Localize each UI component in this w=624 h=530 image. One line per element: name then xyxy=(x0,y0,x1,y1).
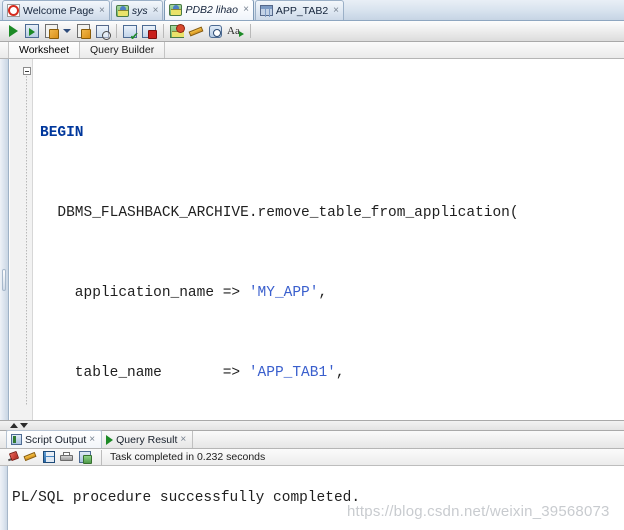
tab-label: Worksheet xyxy=(19,44,69,56)
code-line: application_name => 'MY_APP', xyxy=(34,283,624,303)
tab-app-tab2[interactable]: APP_TAB2 × xyxy=(254,0,345,20)
editor-gutter[interactable] xyxy=(10,59,33,420)
explain-plan-icon xyxy=(44,24,59,39)
save-output-button[interactable] xyxy=(41,450,56,465)
tab-label: Script Output xyxy=(25,433,87,446)
save-icon xyxy=(42,451,55,463)
pin-icon xyxy=(7,451,19,463)
autotrace-icon xyxy=(76,24,91,39)
collapse-up-icon[interactable] xyxy=(10,423,18,428)
format-button[interactable] xyxy=(225,22,245,40)
sql-history-icon xyxy=(95,24,111,40)
output-panel: Script Output × Query Result × Task comp… xyxy=(0,430,624,530)
autotrace-button[interactable] xyxy=(74,22,92,40)
run-script-icon xyxy=(25,24,39,38)
script-output-text: PL/SQL procedure successfully completed. xyxy=(12,490,361,506)
close-icon[interactable]: × xyxy=(180,434,186,445)
sql-history-button[interactable] xyxy=(93,22,111,40)
expand-down-icon[interactable] xyxy=(20,423,28,428)
close-icon[interactable]: × xyxy=(153,5,159,16)
editor-area: BEGIN DBMS_FLASHBACK_ARCHIVE.remove_tabl… xyxy=(0,59,624,420)
eraser-icon xyxy=(24,451,37,463)
code-line: DBMS_FLASHBACK_ARCHIVE.remove_table_from… xyxy=(34,203,624,223)
code-line: BEGIN xyxy=(34,123,624,143)
tab-label: Query Builder xyxy=(90,44,155,56)
aa-format-icon xyxy=(227,25,244,38)
tab-query-builder[interactable]: Query Builder xyxy=(80,42,166,58)
left-panel-splitter[interactable] xyxy=(0,59,9,420)
tab-query-result[interactable]: Query Result × xyxy=(102,431,194,448)
tab-worksheet[interactable]: Worksheet xyxy=(8,42,80,58)
code-token: DBMS_FLASHBACK_ARCHIVE.remove_table_from… xyxy=(40,205,519,221)
code-token-string: 'MY_APP' xyxy=(248,285,319,301)
output-left-splitter[interactable] xyxy=(0,466,8,530)
eraser-icon xyxy=(189,25,204,38)
output-tab-bar: Script Output × Query Result × xyxy=(0,430,624,449)
editor-tab-strip: Welcome Page × sys × PDB2 lihao × APP_TA… xyxy=(0,0,624,21)
output-status-text: Task completed in 0.232 seconds xyxy=(101,449,265,465)
worksheet-subtab-bar: Worksheet Query Builder xyxy=(0,42,624,59)
query-history-button[interactable] xyxy=(206,22,224,40)
output-body[interactable]: PL/SQL procedure successfully completed. xyxy=(0,466,624,530)
script-output-icon xyxy=(11,434,22,445)
code-token: , xyxy=(335,365,345,381)
db-connection-icon xyxy=(169,4,183,16)
close-icon[interactable]: × xyxy=(333,5,339,16)
clear-output-button[interactable] xyxy=(23,450,38,465)
pin-output-button[interactable] xyxy=(5,450,20,465)
code-token-string: 'APP_TAB1' xyxy=(248,365,336,381)
code-fold-line xyxy=(26,76,27,406)
sql-developer-window: Welcome Page × sys × PDB2 lihao × APP_TA… xyxy=(0,0,624,530)
tab-label: APP_TAB2 xyxy=(275,4,329,17)
toolbar-separator xyxy=(250,24,251,38)
code-token: table_name => xyxy=(40,365,249,381)
collapse-block-icon[interactable] xyxy=(23,67,31,75)
clock-icon xyxy=(208,24,222,38)
tab-label: PDB2 lihao xyxy=(185,4,238,16)
unshared-sql-worksheet-icon xyxy=(170,23,185,38)
code-token: BEGIN xyxy=(40,125,84,141)
code-token: application_name => xyxy=(40,285,249,301)
table-icon xyxy=(259,5,273,17)
print-output-button[interactable] xyxy=(59,450,74,465)
rollback-button[interactable] xyxy=(140,22,158,40)
tab-label: Query Result xyxy=(116,433,178,446)
commit-icon xyxy=(123,24,139,42)
tab-pdb2-lihao[interactable]: PDB2 lihao × xyxy=(164,0,254,20)
tab-welcome-page[interactable]: Welcome Page × xyxy=(2,0,110,20)
explain-plan-button[interactable] xyxy=(42,22,60,40)
toolbar-separator xyxy=(116,24,117,38)
close-icon[interactable]: × xyxy=(89,434,95,445)
green-play-icon xyxy=(8,25,18,37)
toolbar-separator xyxy=(163,24,164,38)
db-connection-icon xyxy=(115,4,129,17)
worksheet-toolbar xyxy=(0,21,624,42)
tab-label: sys xyxy=(131,4,148,17)
run-statement-button[interactable] xyxy=(4,22,22,40)
sql-code-text[interactable]: BEGIN DBMS_FLASHBACK_ARCHIVE.remove_tabl… xyxy=(34,59,624,420)
run-script-button[interactable] xyxy=(23,22,41,40)
output-toolbar: Task completed in 0.232 seconds xyxy=(0,449,624,466)
tab-script-output[interactable]: Script Output × xyxy=(6,430,103,448)
chevron-down-icon xyxy=(63,29,71,33)
history-dropdown-button[interactable] xyxy=(61,22,73,40)
code-token: , xyxy=(318,285,328,301)
clear-worksheet-button[interactable] xyxy=(187,22,205,40)
rollback-icon xyxy=(142,24,157,39)
commit-button[interactable] xyxy=(121,22,139,42)
oracle-logo-icon xyxy=(7,4,20,17)
tab-sys[interactable]: sys × xyxy=(110,0,164,20)
open-in-new-tab-button[interactable] xyxy=(77,450,92,465)
tab-label: Welcome Page xyxy=(23,4,95,17)
print-icon xyxy=(60,451,73,463)
new-tab-icon xyxy=(78,451,92,464)
close-icon[interactable]: × xyxy=(243,5,249,15)
sql-worksheet-editor[interactable]: BEGIN DBMS_FLASHBACK_ARCHIVE.remove_tabl… xyxy=(10,59,624,420)
code-line: table_name => 'APP_TAB1', xyxy=(34,363,624,383)
green-play-icon xyxy=(106,434,114,445)
close-icon[interactable]: × xyxy=(99,5,105,16)
unshared-worksheet-button[interactable] xyxy=(168,22,186,40)
